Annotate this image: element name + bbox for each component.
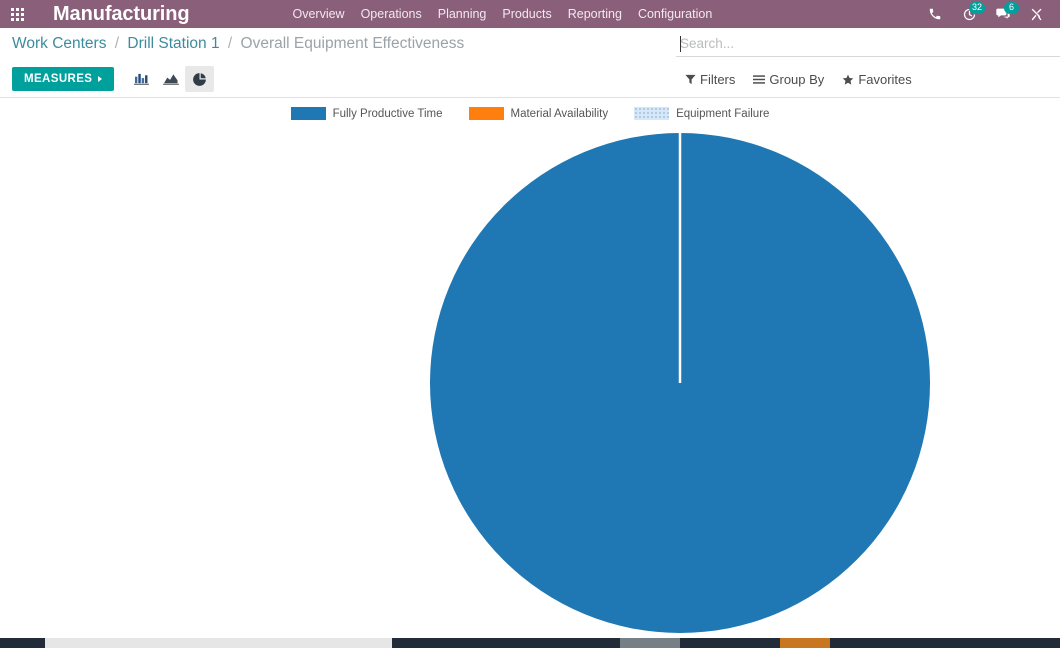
menu-item-planning[interactable]: Planning: [430, 1, 495, 27]
menu-item-configuration[interactable]: Configuration: [630, 1, 720, 27]
menu-item-overview[interactable]: Overview: [284, 1, 352, 27]
measures-button[interactable]: MEASURES: [12, 67, 115, 91]
os-taskbar[interactable]: [0, 638, 1060, 648]
taskbar-window-light-2[interactable]: [192, 638, 392, 648]
taskbar-start[interactable]: [0, 638, 45, 648]
messages-icon[interactable]: 6: [986, 0, 1020, 28]
pie-chart-svg: [430, 133, 930, 633]
pie-chart-view-button[interactable]: [185, 66, 215, 92]
measures-button-label: MEASURES: [24, 73, 93, 85]
menu-item-operations[interactable]: Operations: [353, 1, 430, 27]
favorites-button[interactable]: Favorites: [833, 68, 920, 91]
breadcrumb-row: Work Centers / Drill Station 1 / Overall…: [0, 28, 1060, 61]
star-icon: [843, 74, 854, 85]
taskbar-gap-2[interactable]: [680, 638, 780, 648]
search-input[interactable]: [676, 36, 1060, 53]
bar-chart-view-button[interactable]: [127, 66, 156, 92]
taskbar-gap[interactable]: [392, 638, 620, 648]
menu-item-reporting[interactable]: Reporting: [560, 1, 630, 27]
breadcrumb: Work Centers / Drill Station 1 / Overall…: [12, 35, 464, 53]
messages-badge: 6: [1004, 2, 1019, 14]
breadcrumb-item-current: Overall Equipment Effectiveness: [240, 35, 465, 52]
tools-icon[interactable]: [1020, 0, 1054, 28]
taskbar-window-gray[interactable]: [620, 638, 680, 648]
phone-icon[interactable]: [918, 0, 952, 28]
chevron-right-icon: [98, 76, 103, 82]
activity-badge: 32: [968, 2, 985, 14]
breadcrumb-item-work-centers[interactable]: Work Centers: [12, 35, 106, 52]
breadcrumb-item-drill-station-1[interactable]: Drill Station 1: [127, 35, 219, 52]
filters-button[interactable]: Filters: [676, 68, 744, 91]
app-brand-title[interactable]: Manufacturing: [53, 3, 190, 26]
apps-grid-icon[interactable]: [0, 0, 34, 28]
funnel-icon: [685, 74, 696, 85]
menu-item-products[interactable]: Products: [494, 1, 559, 27]
list-icon: [753, 75, 766, 84]
filter-bar: Filters Group By Favorites: [676, 61, 921, 98]
chart-area: Fully Productive Time Material Availabil…: [0, 98, 1060, 638]
group-by-button-label: Group By: [769, 72, 825, 87]
pie-slices: [430, 133, 930, 633]
line-chart-view-button[interactable]: [156, 66, 185, 92]
favorites-button-label: Favorites: [858, 72, 912, 87]
taskbar-end[interactable]: [830, 638, 1060, 648]
group-by-button[interactable]: Group By: [744, 68, 833, 91]
system-icons: 32 6: [918, 0, 1054, 28]
taskbar-window-light[interactable]: [45, 638, 192, 648]
breadcrumb-separator-2: /: [227, 35, 233, 52]
top-navbar: Manufacturing Overview Operations Planni…: [0, 0, 1060, 28]
search-box[interactable]: [676, 33, 1060, 57]
main-menu: Overview Operations Planning Products Re…: [284, 1, 720, 27]
apps-grid-glyph: [10, 7, 24, 21]
pie-chart[interactable]: [0, 98, 1060, 638]
breadcrumb-separator-1: /: [114, 35, 120, 52]
control-bar: MEASURES Filters Group By Favorites: [0, 61, 1060, 98]
filters-button-label: Filters: [700, 72, 736, 87]
search-text-caret: [680, 36, 681, 52]
taskbar-window-orange[interactable]: [780, 638, 830, 648]
activity-clock-icon[interactable]: 32: [952, 0, 986, 28]
view-switcher: [127, 66, 215, 92]
